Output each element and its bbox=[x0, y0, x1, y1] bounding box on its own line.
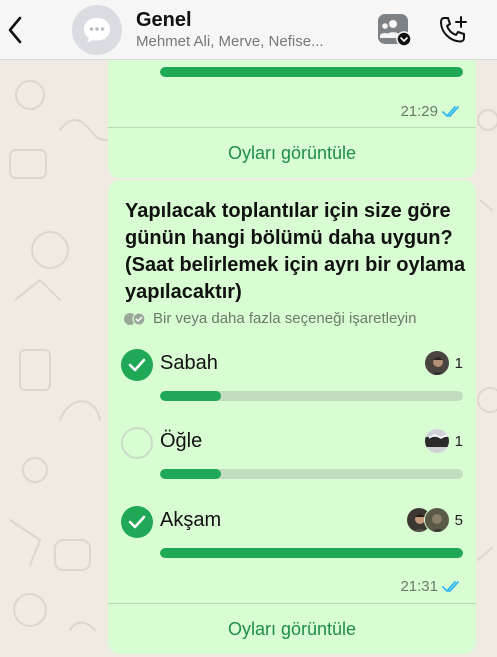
poll-hint-text: Bir veya daha fazla seçeneği işaretleyin bbox=[153, 310, 417, 327]
voter-avatar bbox=[423, 428, 450, 454]
poll-voters[interactable]: 1 bbox=[423, 428, 463, 454]
chat-bubble-icon bbox=[84, 17, 110, 43]
poll-voters[interactable]: 5 bbox=[405, 507, 463, 533]
read-receipt-icon bbox=[442, 580, 459, 592]
message-time: 21:29 bbox=[400, 103, 438, 120]
poll-progress-fill bbox=[160, 548, 463, 558]
back-button[interactable] bbox=[2, 0, 28, 60]
multi-check-icon bbox=[124, 311, 146, 326]
checkmark-icon bbox=[128, 515, 146, 529]
poll-message: Yapılacak toplantılar için size göre gün… bbox=[108, 180, 476, 654]
poll-option-aksam[interactable]: Akşam 5 bbox=[108, 506, 476, 566]
poll-progress-fill bbox=[160, 391, 221, 401]
divider bbox=[108, 127, 476, 128]
poll-option-label: Sabah bbox=[160, 352, 218, 374]
divider bbox=[108, 603, 476, 604]
vote-count: 1 bbox=[454, 432, 463, 450]
poll-option-label: Akşam bbox=[160, 509, 222, 531]
poll-progress-bar bbox=[160, 548, 463, 558]
add-call-button[interactable] bbox=[433, 10, 473, 50]
poll-progress-bar bbox=[160, 469, 463, 479]
poll-progress-bar bbox=[160, 67, 463, 77]
poll-option-label: Öğle bbox=[160, 430, 203, 452]
checkbox-checked[interactable] bbox=[121, 349, 153, 381]
poll-progress-fill bbox=[160, 469, 221, 479]
poll-progress-fill bbox=[160, 67, 463, 77]
chat-participants: Mehmet Ali, Merve, Nefise... bbox=[136, 33, 324, 50]
community-button[interactable] bbox=[375, 10, 415, 50]
group-avatar[interactable] bbox=[72, 4, 122, 55]
poll-option-sabah[interactable]: Sabah 1 bbox=[108, 349, 476, 409]
poll-question: Yapılacak toplantılar için size göre gün… bbox=[125, 200, 466, 303]
view-votes-button[interactable]: Oyları görüntüle bbox=[108, 143, 476, 164]
chevron-left-icon bbox=[8, 16, 22, 43]
community-icon bbox=[378, 13, 412, 47]
voter-avatar bbox=[423, 350, 450, 376]
poll-hint: Bir veya daha fazla seçeneği işaretleyin bbox=[123, 310, 416, 327]
message-meta: 21:29 bbox=[400, 103, 462, 120]
vote-count: 5 bbox=[454, 511, 463, 529]
chat-info[interactable]: Genel Mehmet Ali, Merve, Nefise... bbox=[136, 9, 375, 50]
add-call-icon bbox=[440, 15, 467, 42]
checkbox-checked[interactable] bbox=[121, 506, 153, 538]
chat-title: Genel bbox=[136, 9, 192, 31]
view-votes-button[interactable]: Oyları görüntüle bbox=[108, 619, 476, 640]
chat-header: Genel Mehmet Ali, Merve, Nefise... bbox=[0, 0, 497, 60]
voter-avatar bbox=[423, 507, 450, 533]
vote-count: 1 bbox=[454, 354, 463, 372]
message-meta: 21:31 bbox=[400, 578, 462, 595]
message-time: 21:31 bbox=[400, 578, 438, 595]
read-receipt-icon bbox=[442, 105, 459, 117]
checkbox-unchecked[interactable] bbox=[121, 427, 153, 459]
checkmark-icon bbox=[128, 358, 146, 372]
poll-voters[interactable]: 1 bbox=[423, 350, 463, 376]
poll-option-ogle[interactable]: Öğle 1 bbox=[108, 427, 476, 487]
poll-message-previous: 21:29 Oyları görüntüle bbox=[108, 16, 476, 178]
poll-progress-bar bbox=[160, 391, 463, 401]
